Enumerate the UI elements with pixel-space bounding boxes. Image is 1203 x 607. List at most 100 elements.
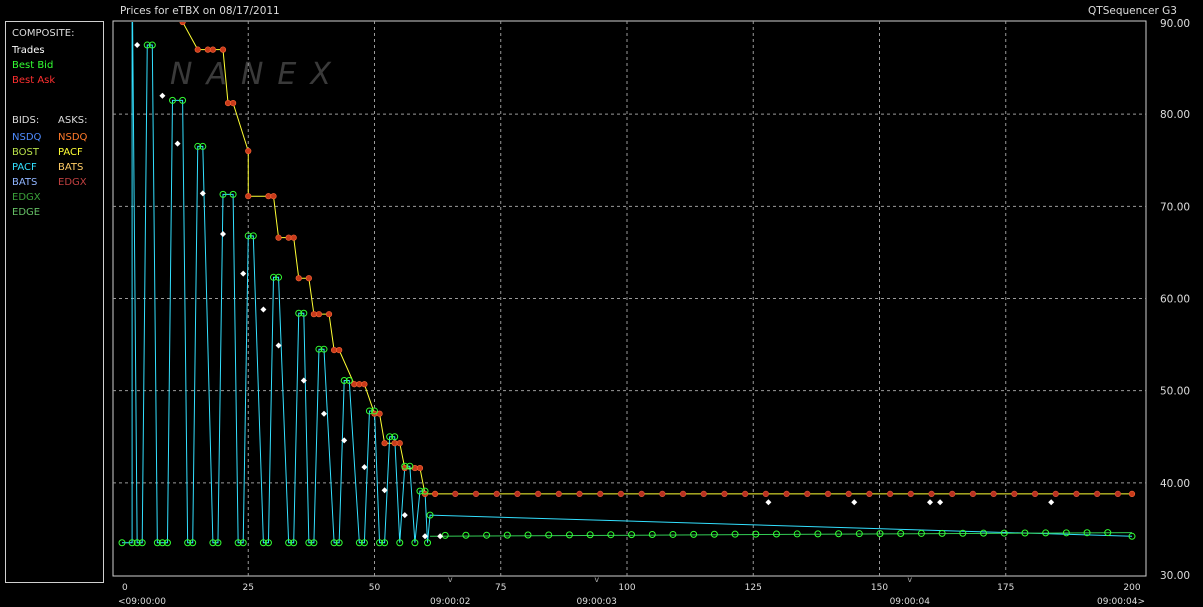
ask-marker: [245, 193, 252, 200]
ask-marker: [179, 22, 186, 26]
ask-marker: [1073, 490, 1080, 497]
ask-marker: [295, 275, 302, 282]
ask-marker: [990, 490, 997, 497]
ask-marker: [275, 234, 282, 241]
x-tick-label: 125: [745, 583, 762, 593]
ask-marker: [907, 490, 914, 497]
ask-marker: [845, 490, 852, 497]
ask-marker: [1114, 490, 1121, 497]
ask-marker: [824, 490, 832, 497]
bid-marker: [710, 530, 718, 538]
ask-marker: [535, 490, 542, 497]
time-label: <09:00:00: [118, 597, 166, 607]
ask-marker: [194, 46, 201, 53]
ask-marker: [742, 490, 749, 497]
ask-marker: [432, 490, 439, 497]
ask-marker: [381, 440, 388, 447]
x-tick-label: 100: [618, 583, 635, 593]
ask-marker: [336, 347, 343, 354]
bid-marker: [669, 530, 677, 538]
bid-marker: [545, 531, 553, 539]
time-caret: v: [594, 575, 599, 584]
time-caret: v: [907, 575, 912, 584]
ask-marker: [576, 490, 583, 497]
trade-marker: [240, 270, 247, 277]
trade-marker: [300, 377, 307, 384]
y-tick-label: 90.00: [1160, 18, 1190, 30]
trade-marker: [321, 410, 327, 417]
time-caret: v: [448, 575, 453, 584]
ask-marker: [396, 440, 403, 447]
ask-marker: [679, 490, 687, 497]
y-tick-label: 30.00: [1160, 570, 1190, 582]
ask-marker: [597, 490, 604, 497]
y-axis: 30.00 40.00 50.00 60.00 70.00 80.00 90.00: [1160, 18, 1190, 582]
ask-marker: [887, 490, 894, 497]
y-tick-label: 50.00: [1160, 386, 1190, 398]
ask-marker: [315, 311, 323, 318]
time-label: 09:00:04>: [1097, 597, 1145, 607]
bid-marker: [565, 531, 573, 539]
trade-marker: [159, 92, 166, 99]
time-label: 09:00:04: [890, 597, 931, 607]
time-label: 09:00:02: [430, 597, 470, 607]
x-axis: 0 25 50 75 100 125 150 175 200 <09:00:00 09:00:02 v…: [118, 575, 1145, 607]
ask-marker: [659, 490, 666, 497]
bid-marker: [628, 531, 636, 539]
ask-marker: [804, 490, 811, 497]
ask-marker: [290, 234, 297, 241]
trade-marker: [174, 140, 181, 147]
bid-marker: [441, 531, 449, 539]
ask-marker: [555, 490, 562, 497]
ask-marker: [783, 490, 790, 497]
trade-marker: [851, 499, 858, 506]
ask-marker: [1094, 490, 1101, 497]
bid-marker: [648, 531, 656, 539]
time-label: 09:00:03: [576, 597, 616, 607]
ask-marker: [305, 275, 312, 282]
ask-marker: [472, 490, 480, 497]
bid-marker: [690, 530, 698, 538]
bid-marker: [483, 531, 491, 539]
bid-marker: [607, 531, 615, 539]
ask-marker: [638, 490, 645, 497]
ask-marker: [209, 46, 216, 53]
ask-marker: [1128, 490, 1136, 497]
ask-marker: [969, 490, 977, 497]
ask-marker: [416, 464, 424, 472]
ask-marker: [949, 490, 956, 497]
bid-marker: [462, 531, 470, 539]
ask-marker: [245, 147, 252, 155]
trade-marker: [199, 190, 206, 197]
ask-marker: [230, 100, 237, 107]
watermark-text: NANEX: [170, 57, 345, 92]
ask-marker: [617, 490, 625, 497]
x-tick-label: 150: [871, 583, 888, 593]
x-tick-label: 25: [243, 583, 254, 593]
ask-marker: [514, 490, 521, 497]
ask-marker: [928, 490, 935, 497]
x-tick-label: 200: [1123, 583, 1140, 593]
ask-marker: [219, 46, 227, 53]
ask-marker: [361, 381, 368, 388]
x-tick-label: 0: [122, 583, 128, 593]
price-chart: NANEX 30.00 40.00 50.00 60.00 70.00 80.00 90.0…: [112, 18, 1190, 607]
chart-window: Prices for eTBX on 08/17/2011 QTSequence…: [0, 0, 1203, 607]
ask-marker: [325, 311, 333, 318]
ask-marker: [1011, 490, 1018, 497]
trade-marker: [765, 499, 772, 506]
ask-marker: [270, 193, 277, 200]
ask-marker: [1031, 490, 1039, 497]
ask-marker: [493, 490, 500, 497]
trade-marker: [937, 499, 944, 506]
y-tick-label: 40.00: [1160, 478, 1190, 490]
trade-marker: [1048, 499, 1055, 506]
bid-marker: [586, 531, 594, 539]
ask-marker: [1052, 490, 1059, 497]
ask-marker: [866, 490, 873, 497]
ask-marker: [721, 490, 728, 497]
x-tick-label: 50: [369, 583, 381, 593]
x-tick-label: 175: [997, 583, 1014, 593]
trade-marker: [401, 512, 408, 519]
bid-marker: [524, 531, 532, 539]
